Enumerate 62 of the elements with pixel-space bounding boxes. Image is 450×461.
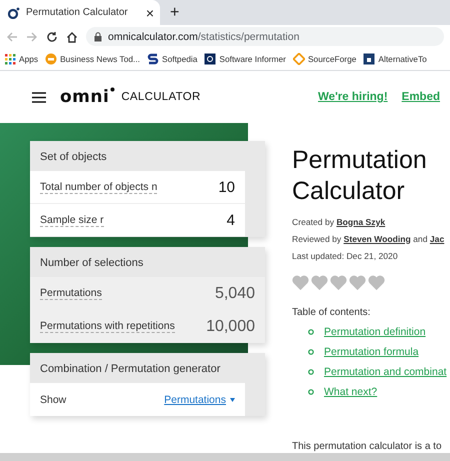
logo[interactable]: omni: [60, 87, 116, 107]
input-row[interactable]: Sample size r 4: [30, 204, 245, 237]
result-label: Permutations: [40, 287, 102, 300]
square-logo-icon: [363, 53, 376, 65]
result-label: Permutations with repetitions: [40, 320, 175, 333]
bookmark[interactable]: AlternativeTo: [363, 53, 427, 65]
page-title: Permutation Calculator: [292, 145, 428, 208]
updated-date: Last updated: Dec 21, 2020: [292, 250, 399, 263]
field-label: Total number of objects n: [40, 180, 158, 194]
heart-icon[interactable]: [292, 274, 309, 290]
input-value[interactable]: 4: [226, 212, 235, 228]
round-logo-icon: [45, 53, 58, 65]
dropdown-link[interactable]: Permutations: [164, 394, 235, 406]
card-title: Number of selections: [39, 256, 144, 271]
bookmark[interactable]: SourceForge: [292, 53, 356, 65]
tab-title: Permutation Calculator: [26, 7, 129, 18]
caret-icon: [230, 398, 235, 402]
url-text: omnicalculator.com/statistics/permutation: [108, 30, 300, 42]
field-label: Sample size r: [40, 214, 104, 226]
bookmark[interactable]: Apps: [4, 53, 38, 65]
input-row[interactable]: Total number of objects n 10: [30, 171, 245, 204]
author-line: Created by Bogna Szyk: [292, 216, 386, 229]
heart-icon[interactable]: [311, 274, 328, 290]
apps-grid-icon: [4, 53, 16, 65]
s-shape-icon: [147, 53, 160, 65]
square-logo-icon: [204, 53, 216, 65]
new-tab-button[interactable]: +: [170, 4, 180, 22]
reviewer-link[interactable]: Steven Wooding: [344, 234, 411, 244]
bookmark[interactable]: Softpedia: [147, 53, 198, 65]
site-logo-icon: [8, 6, 20, 18]
heart-icon[interactable]: [368, 274, 385, 290]
card-title: Combination / Permutation generator: [39, 362, 222, 377]
intro-text: This permutation calculator is a to: [292, 441, 443, 453]
toc-heading: Table of contents:: [292, 306, 372, 318]
diamond-icon: [292, 53, 305, 65]
author-link[interactable]: Bogna Szyk: [336, 216, 386, 226]
reviewer-link[interactable]: Jac: [430, 234, 444, 244]
back-icon[interactable]: [6, 30, 18, 42]
result-value: 5,040: [214, 284, 255, 302]
menu-icon[interactable]: [32, 92, 46, 102]
bullet-icon: [308, 368, 314, 374]
address-bar[interactable]: omnicalculator.com/statistics/permutation: [86, 27, 444, 46]
browser-tab[interactable]: Permutation Calculator ×: [0, 0, 160, 25]
bookmark[interactable]: Business News Tod...: [45, 53, 140, 65]
home-icon[interactable]: [66, 30, 78, 42]
bookmark[interactable]: Software Informer: [204, 53, 286, 65]
bullet-icon: [308, 388, 314, 394]
heart-icon[interactable]: [349, 274, 366, 290]
reviewer-line: Reviewed by Steven Wooding and Jac: [292, 232, 446, 246]
card-title: Set of objects: [39, 150, 108, 165]
input-value[interactable]: 10: [218, 178, 235, 196]
horizontal-scrollbar[interactable]: [0, 453, 450, 461]
bullet-icon: [308, 348, 314, 354]
close-tab-button[interactable]: ×: [146, 4, 154, 20]
logo-subtitle: CALCULATOR: [121, 91, 201, 103]
field-label: Show: [40, 394, 66, 406]
heart-icon[interactable]: [330, 274, 347, 290]
result-value: 10,000: [206, 318, 255, 336]
forward-icon[interactable]: [26, 30, 38, 42]
bullet-icon: [308, 328, 314, 334]
reload-icon[interactable]: [46, 30, 58, 42]
lock-icon: [94, 32, 102, 42]
